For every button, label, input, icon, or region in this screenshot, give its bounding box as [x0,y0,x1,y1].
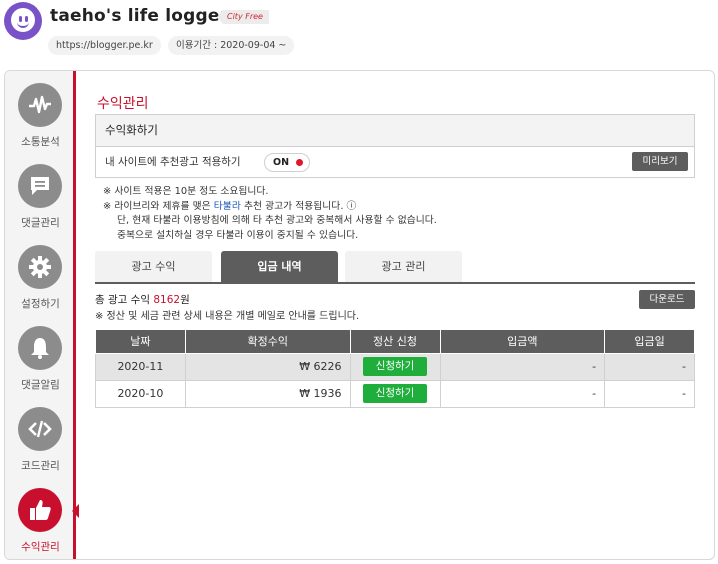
action-cell: 신청하기 [349,379,441,408]
date-cell: 2020-10 [95,379,186,408]
notice-line: ※ 사이트 적용은 10분 정도 소요됩니다. [103,186,269,197]
sidebar-item-code[interactable]: 코드관리 [5,395,76,475]
sidebar-item-comments[interactable]: 댓글관리 [5,152,76,232]
bell-icon [18,326,62,370]
revenue-cell: ₩ 6226 [184,352,351,381]
tab-bar: 광고 수익 입금 내역 광고 관리 [95,249,695,284]
sidebar-item-label: 댓글알림 [21,379,60,391]
notice-line: ※ 라이브리와 제휴를 맺은 타불라 추천 광고가 적용됩니다. ⓘ [103,200,357,212]
tab-ad-management[interactable]: 광고 관리 [345,251,462,282]
toggle-indicator-icon [296,159,303,166]
site-logo[interactable] [4,2,42,40]
site-title: taeho's life logger [50,6,229,26]
monetize-row: 내 사이트에 추천광고 적용하기 ON 미리보기 [96,147,694,177]
recommend-ad-toggle[interactable]: ON [264,153,310,172]
tab-deposit-history[interactable]: 입금 내역 [221,251,338,282]
toggle-label: ON [273,157,290,168]
date-cell: 2020-11 [95,352,186,381]
pulse-icon [18,83,62,127]
sidebar-item-label: 소통분석 [21,136,60,148]
preview-button[interactable]: 미리보기 [632,152,688,171]
deposit-table: 날짜 확정수익 정산 신청 입금액 입금일 2020-11 ₩ 6226 신청하… [95,330,695,408]
section-title: 수익관리 [97,96,149,112]
usage-period: 이용기간 : 2020-09-04 ~ [168,36,295,55]
total-revenue: 총 광고 수익 8162원 [95,294,190,306]
total-amount: 8162 [153,294,181,306]
thumbs-up-icon [18,488,62,532]
plan-badge: City Free [217,10,269,24]
notice-text: ※ 사이트 적용은 10분 정도 소요됩니다. ※ 라이브리와 제휴를 맺은 타… [103,185,437,243]
deposit-date-cell: - [604,352,695,381]
sidebar: 소통분석 댓글관리 설정하기 댓글알림 코드관리 수익관리 [5,71,79,559]
column-header: 입금액 [439,330,606,354]
sidebar-item-settings[interactable]: 설정하기 [5,233,76,313]
deposit-cell: - [439,352,606,381]
sidebar-item-notifications[interactable]: 댓글알림 [5,314,76,394]
smiley-face-icon [11,8,35,32]
main-panel: 소통분석 댓글관리 설정하기 댓글알림 코드관리 수익관리 수익관리 수익화하기… [4,70,715,560]
deposit-date-cell: - [604,379,695,408]
site-url: https://blogger.pe.kr [48,36,161,55]
mail-note: ※ 정산 및 세금 관련 상세 내용은 개별 메일로 안내를 드립니다. [95,311,360,322]
request-settlement-button[interactable]: 신청하기 [363,357,428,376]
table-row: 2020-11 ₩ 6226 신청하기 - - [95,352,695,381]
taboola-link[interactable]: 타불라 [214,201,241,212]
column-header: 입금일 [604,330,695,354]
sidebar-item-revenue[interactable]: 수익관리 [5,476,79,556]
request-settlement-button[interactable]: 신청하기 [363,384,428,403]
column-header: 확정수익 [184,330,351,354]
monetize-box: 수익화하기 내 사이트에 추천광고 적용하기 ON 미리보기 [95,114,695,178]
notice-line: 단, 현재 타불라 이용방침에 의해 타 추천 광고와 중복해서 사용할 수 없… [117,215,437,227]
column-header: 정산 신청 [349,330,441,354]
download-button[interactable]: 다운로드 [639,290,695,309]
sidebar-item-label: 수익관리 [21,541,60,553]
action-cell: 신청하기 [349,352,441,381]
table-row: 2020-10 ₩ 1936 신청하기 - - [95,379,695,408]
sidebar-item-label: 코드관리 [21,460,60,472]
gear-icon [18,245,62,289]
sidebar-item-label: 설정하기 [21,298,60,310]
comment-icon [18,164,62,208]
sidebar-item-label: 댓글관리 [21,217,60,229]
sidebar-item-analytics[interactable]: 소통분석 [5,71,76,151]
apply-label: 내 사이트에 추천광고 적용하기 [105,156,241,168]
notice-line: 중복으로 설치하실 경우 타불라 이용이 중지될 수 있습니다. [117,229,359,241]
code-icon [18,407,62,451]
tab-ad-revenue[interactable]: 광고 수익 [95,251,212,282]
revenue-cell: ₩ 1936 [184,379,351,408]
monetize-title: 수익화하기 [96,115,694,147]
table-header-row: 날짜 확정수익 정산 신청 입금액 입금일 [95,330,695,354]
deposit-cell: - [439,379,606,408]
column-header: 날짜 [95,330,186,354]
